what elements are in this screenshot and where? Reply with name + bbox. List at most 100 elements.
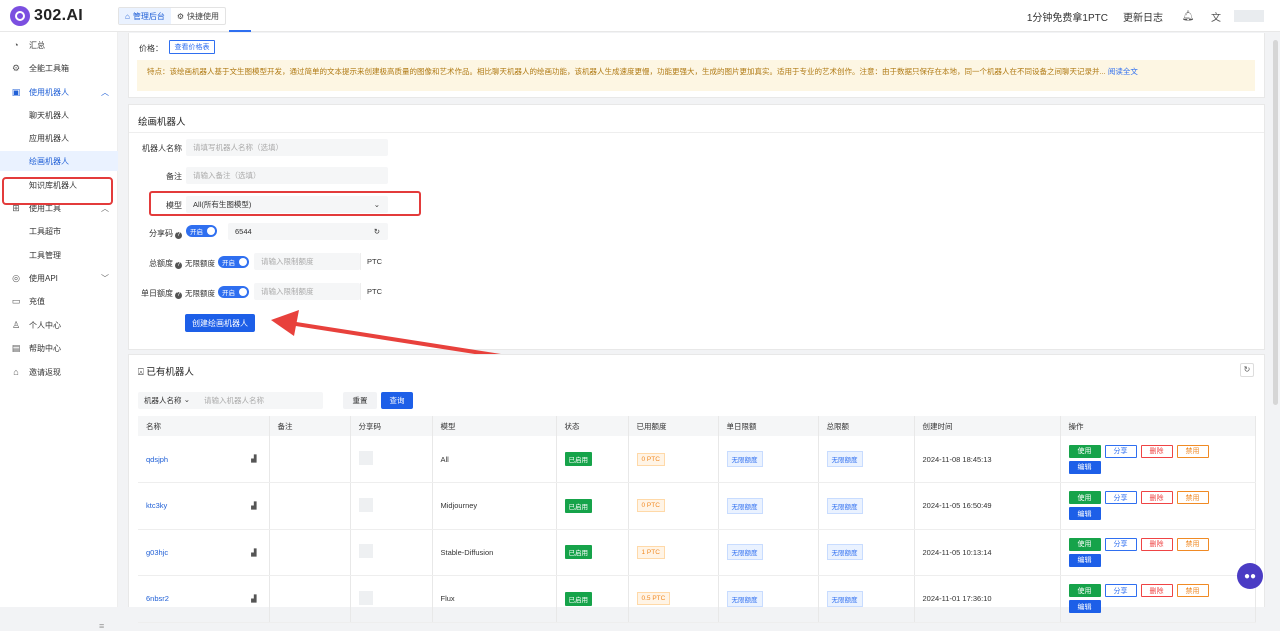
remark-input[interactable]: 请输入备注（选填）: [186, 167, 388, 184]
tab-quick[interactable]: ⚙ 快捷使用: [171, 8, 225, 24]
total-badge: 无限额度: [826, 451, 863, 467]
sidebar-item-recharge[interactable]: ▭ 充值: [0, 291, 118, 311]
logo[interactable]: 302.AI: [10, 6, 83, 26]
used-badge: 1 PTC: [636, 545, 665, 559]
translate-icon[interactable]: 文: [1206, 9, 1226, 24]
share-button[interactable]: 分享: [1104, 584, 1137, 598]
gear-icon: ⚙: [176, 11, 185, 21]
settings-icon: ⚙: [11, 62, 21, 73]
share-code-cell: [350, 482, 433, 530]
list-title-text: 已有机器人: [146, 367, 194, 378]
daily-cell: 无限额度: [718, 575, 819, 623]
edit-button[interactable]: 编辑: [1068, 553, 1101, 567]
delete-button[interactable]: 删除: [1140, 584, 1173, 598]
read-more-link[interactable]: 阅读全文: [1108, 67, 1138, 76]
robot-name-link[interactable]: 6nbsr2 ▟: [138, 575, 270, 623]
sidebar-item-help[interactable]: ▤ 帮助中心: [0, 338, 118, 358]
free-ptc-link[interactable]: 1分钟免费拿1PTC: [1027, 9, 1108, 24]
share-code-input[interactable]: 6544 ↻: [228, 223, 388, 240]
share-button[interactable]: 分享: [1104, 537, 1137, 551]
daily-limit-input[interactable]: 请输入限制额度: [254, 283, 360, 300]
search-field-select[interactable]: 机器人名称 ⌄: [138, 395, 196, 406]
use-button[interactable]: 使用: [1068, 491, 1101, 505]
name-label: 机器人名称: [142, 144, 182, 153]
edit-button[interactable]: 编辑: [1068, 507, 1101, 521]
sidebar-item-invite[interactable]: ⌂ 邀请返现: [0, 362, 118, 382]
chat-icon: ●●: [1243, 570, 1257, 582]
daily-label-text: 单日额度: [141, 289, 173, 298]
drawing-robot-form: 绘画机器人 机器人名称 请填写机器人名称（选填） 备注 请输入备注（选填） 模型…: [128, 104, 1265, 350]
use-button[interactable]: 使用: [1068, 444, 1101, 458]
query-button[interactable]: 查询: [381, 392, 413, 409]
status-cell: 已启用: [556, 482, 629, 530]
sidebar-item-label: 使用API: [29, 273, 58, 283]
sidebar-item-app-robot[interactable]: 应用机器人: [0, 128, 118, 148]
use-button[interactable]: 使用: [1068, 537, 1101, 551]
chevron-up-icon: ︿: [101, 87, 109, 97]
total-unit: PTC: [360, 253, 388, 270]
globe-icon: ◎: [12, 272, 20, 283]
daily-unlimited-switch[interactable]: 开启: [218, 286, 249, 298]
reset-button[interactable]: 重置: [343, 392, 377, 409]
sidebar-item-drawing-robot[interactable]: 绘画机器人: [0, 151, 118, 171]
total-limit-input[interactable]: 请输入限制额度: [254, 253, 360, 270]
tab-quick-label: 快捷使用: [187, 11, 220, 21]
col-model: 模型: [432, 416, 557, 436]
robot-name-input[interactable]: 请填写机器人名称（选填）: [186, 139, 388, 156]
robot-name-link[interactable]: qdsjph ▟: [138, 436, 270, 483]
share-code-cell: [350, 575, 433, 623]
table-row: ktc3ky ▟ Midjourney 已启用 0 PTC 无限额度 无限额度 2…: [138, 482, 1256, 530]
collapse-icon[interactable]: ≡: [99, 621, 104, 631]
sidebar-item-summary[interactable]: ◔ 汇总: [0, 35, 118, 55]
total-unlimited-switch[interactable]: 开启: [218, 256, 249, 268]
daily-cell: 无限额度: [718, 436, 819, 483]
col-used: 已用额度: [628, 416, 719, 436]
sidebar-item-tool-market[interactable]: 工具超市: [0, 221, 118, 241]
delete-button[interactable]: 删除: [1140, 444, 1173, 458]
search-input[interactable]: 请输入机器人名称: [196, 395, 264, 406]
refresh-icon[interactable]: ↻: [374, 227, 380, 236]
disable-button[interactable]: 禁用: [1176, 584, 1209, 598]
disable-button[interactable]: 禁用: [1176, 537, 1209, 551]
share-button[interactable]: 分享: [1104, 444, 1137, 458]
disable-button[interactable]: 禁用: [1176, 444, 1209, 458]
chat-support-button[interactable]: ●●: [1237, 563, 1263, 589]
use-button[interactable]: 使用: [1068, 584, 1101, 598]
robot-name: g03hjc: [146, 547, 169, 557]
price-table-button[interactable]: 查看价格表: [169, 40, 215, 54]
robot-table: 名称 备注 分享码 模型 状态 已用额度 单日限额 总限额 创建时间 操作 qd…: [138, 416, 1256, 623]
tab-admin[interactable]: ⌂ 管理后台: [119, 8, 171, 24]
sidebar-item-use-api[interactable]: ◎ 使用API ﹀: [0, 268, 118, 288]
robot-name-link[interactable]: g03hjc ▟: [138, 529, 270, 576]
changelog-link[interactable]: 更新日志: [1123, 9, 1163, 24]
sidebar-item-tool-manage[interactable]: 工具管理: [0, 245, 118, 265]
share-button[interactable]: 分享: [1104, 491, 1137, 505]
help-icon[interactable]: ?: [175, 262, 182, 269]
sidebar-item-toolbox[interactable]: ⚙ 全能工具箱: [0, 58, 118, 78]
help-icon[interactable]: ?: [175, 292, 182, 299]
sidebar-item-chat-robot[interactable]: 聊天机器人: [0, 105, 118, 125]
robot-name: ktc3ky: [146, 501, 168, 511]
scrollbar[interactable]: [1273, 40, 1278, 405]
signal-icon: ▟: [251, 503, 257, 510]
sidebar-item-label: 汇总: [29, 40, 45, 50]
sidebar-item-profile[interactable]: ♙ 个人中心: [0, 315, 118, 335]
sidebar-item-use-robots[interactable]: ▣ 使用机器人 ︿: [0, 82, 118, 102]
daily-cell: 无限额度: [718, 529, 819, 576]
delete-button[interactable]: 删除: [1140, 491, 1173, 505]
help-icon[interactable]: ?: [175, 232, 182, 239]
avatar[interactable]: [1234, 10, 1264, 22]
share-switch[interactable]: 开启: [186, 225, 217, 237]
refresh-icon[interactable]: ↻: [1240, 363, 1254, 377]
actions-cell: 使用 分享 删除 禁用 编辑: [1060, 436, 1256, 483]
table-row: 6nbsr2 ▟ Flux 已启用 0.5 PTC 无限额度 无限额度 2024-…: [138, 575, 1256, 623]
bell-icon[interactable]: 🔔︎: [1178, 11, 1198, 22]
delete-button[interactable]: 删除: [1140, 537, 1173, 551]
edit-button[interactable]: 编辑: [1068, 460, 1101, 474]
sidebar-item-label: 绘画机器人: [29, 156, 69, 166]
disable-button[interactable]: 禁用: [1176, 491, 1209, 505]
create-drawing-robot-button[interactable]: 创建绘画机器人: [185, 314, 255, 332]
robot-name-link[interactable]: ktc3ky ▟: [138, 482, 270, 530]
sidebar-item-label: 工具超市: [29, 226, 61, 236]
used-cell: 0 PTC: [628, 482, 719, 530]
